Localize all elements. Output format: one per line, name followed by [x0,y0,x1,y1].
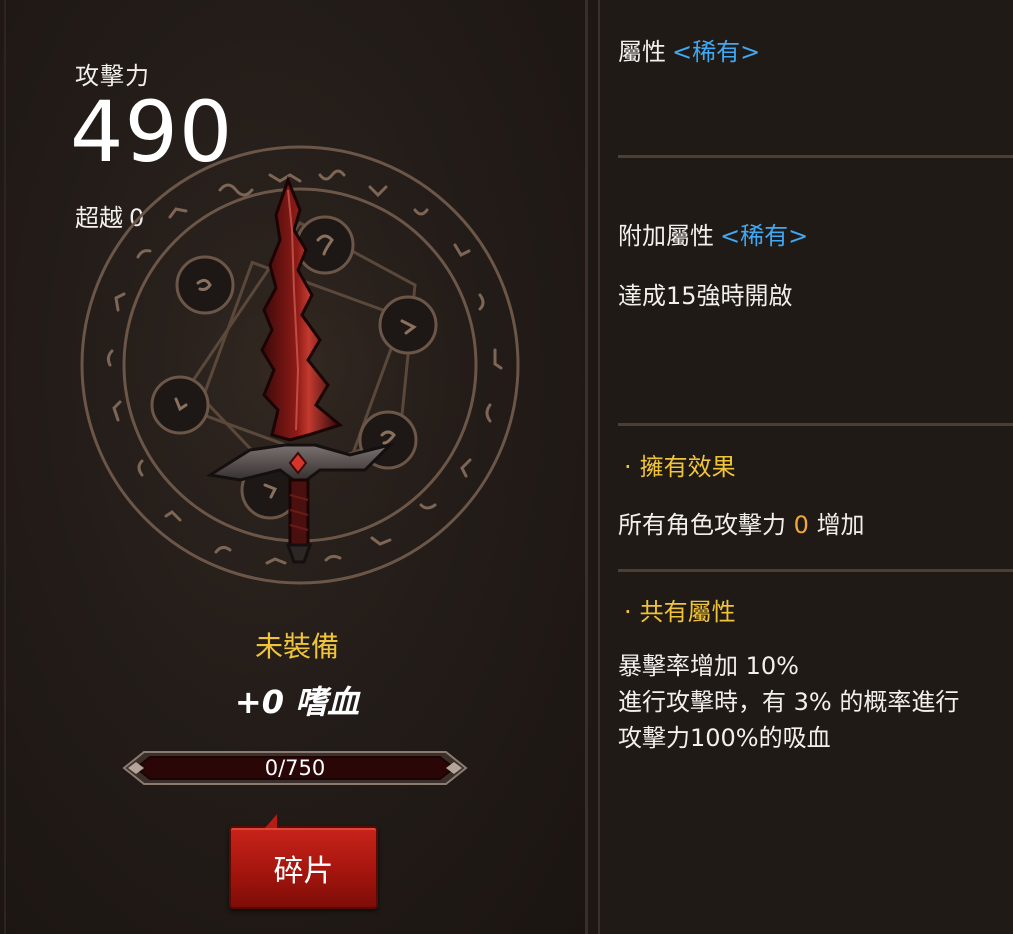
extra-attribute-label: 附加屬性 [618,222,714,250]
attribute-heading: 屬性 <稀有> [618,32,760,67]
weapon-display-panel: 攻擊力 490 超越0 [0,0,588,934]
shared-attribute-title: · 共有屬性 [624,598,736,626]
possession-effect-suffix: 增加 [816,511,865,539]
extra-attribute-heading: 附加屬性 <稀有> [618,216,808,251]
possession-effect-text: 所有角色攻擊力 0 增加 [618,505,865,540]
shared-attribute-line: 暴擊率增加 10% [618,652,799,680]
extra-attribute-unlock: 達成15強時開啟 [618,282,793,310]
weapon-name: +0 嗜血 [234,683,360,721]
divider [618,423,1013,426]
attribute-label: 屬性 [618,38,666,66]
fragment-progress-text: 0/750 [264,756,326,780]
possession-effect-title: · 擁有效果 [624,453,736,481]
fragment-button-label: 碎片 [273,853,334,889]
extra-attribute-rarity: <稀有> [720,222,809,250]
shared-attribute-title-text: 共有屬性 [639,598,736,626]
button-notch [265,814,277,828]
sword-icon [205,175,395,564]
weapon-info-panel: 屬性 <稀有> 附加屬性 <稀有> 達成15強時開啟 · 擁有效果 所有角色攻擊力 0… [598,0,1013,934]
equip-status: 未裝備 [254,630,339,663]
shared-attribute-line: 進行攻擊時，有 3% 的概率進行 [618,688,960,716]
fragment-button[interactable]: 碎片 [229,814,378,909]
possession-effect-prefix: 所有角色攻擊力 [618,511,786,539]
possession-effect-title-text: 擁有效果 [639,453,736,481]
fragment-progress-bar: 0/750 [122,748,468,788]
divider [618,155,1013,158]
shared-attribute-list: 暴擊率增加 10% 進行攻擊時，有 3% 的概率進行 攻擊力100%的吸血 [618,648,959,756]
attribute-rarity: <稀有> [672,38,761,66]
divider [618,569,1013,572]
weapon-detail-screen: 攻擊力 490 超越0 [0,0,1013,934]
shared-attribute-line: 攻擊力100%的吸血 [618,724,831,752]
possession-effect-value: 0 [793,511,809,539]
